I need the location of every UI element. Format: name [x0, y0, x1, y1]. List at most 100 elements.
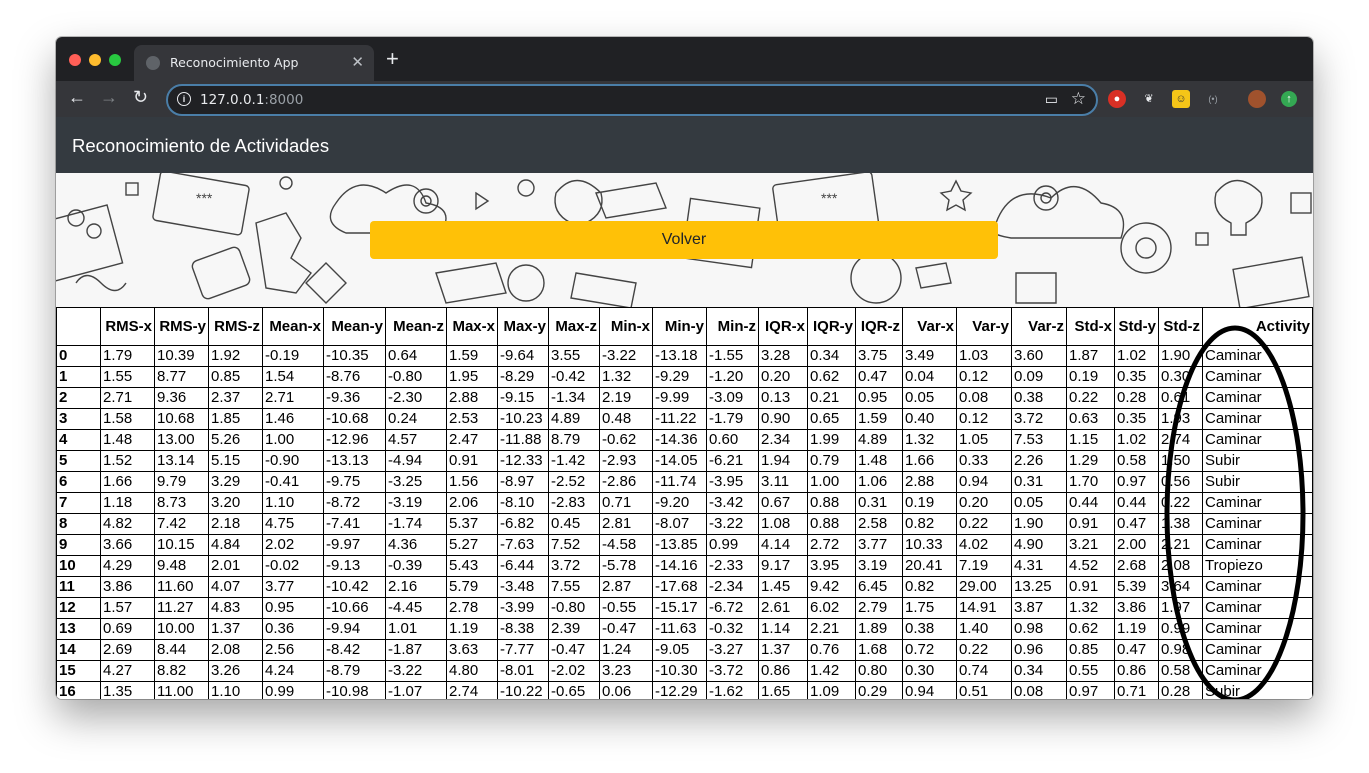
table-cell: 0.60: [706, 429, 759, 451]
column-header: RMS-z: [208, 307, 263, 346]
table-cell: 2.00: [1114, 534, 1159, 556]
table-cell: 1.87: [1066, 345, 1115, 367]
table-cell: 5.27: [446, 534, 498, 556]
table-cell: 0.98: [1158, 639, 1203, 661]
table-cell: -7.41: [323, 513, 386, 535]
table-cell: 0.08: [1011, 681, 1067, 699]
table-cell: 1.97: [1158, 597, 1203, 619]
back-icon[interactable]: ←: [68, 87, 86, 108]
table-cell: 0.35: [1114, 366, 1159, 388]
table-cell: -12.33: [497, 450, 549, 472]
table-cell: 0.31: [1011, 471, 1067, 493]
table-cell: 4.52: [1066, 555, 1115, 577]
table-cell: 2.26: [1011, 450, 1067, 472]
table-cell: -9.13: [323, 555, 386, 577]
table-cell: 9.79: [154, 471, 209, 493]
column-header: IQR-y: [807, 307, 856, 346]
table-row: 7 1.18 8.73 3.20 1.10 -8.72 -3.19 2.06 -8.10 -2.8…: [56, 492, 1313, 514]
table-cell: 0.71: [1114, 681, 1159, 699]
info-icon[interactable]: i: [177, 92, 191, 106]
table-cell: 1.15: [1066, 429, 1115, 451]
row-index: 15: [56, 660, 101, 682]
browser-tab[interactable]: Reconocimiento App ✕: [134, 45, 374, 81]
table-cell: 2.34: [758, 429, 808, 451]
table-cell: 0.86: [1114, 660, 1159, 682]
table-cell: 0.55: [1066, 660, 1115, 682]
table-cell: -11.88: [497, 429, 549, 451]
table-cell: -0.32: [706, 618, 759, 640]
table-cell: -8.38: [497, 618, 549, 640]
extension-icon[interactable]: ☺: [1172, 90, 1190, 108]
row-index: 7: [56, 492, 101, 514]
table-cell: 0.24: [385, 408, 447, 430]
table-cell: 7.53: [1011, 429, 1067, 451]
url-text[interactable]: 127.0.0.1:8000: [200, 92, 303, 108]
table-header-row: RMS-x RMS-y RMS-z Mean-x Mean-y Mean-z Max-x Ma…: [56, 307, 1313, 346]
table-cell: 1.37: [758, 639, 808, 661]
table-cell: -8.07: [652, 513, 707, 535]
table-cell: 4.57: [385, 429, 447, 451]
table-cell: 0.99: [706, 534, 759, 556]
table-cell: -10.42: [323, 576, 386, 598]
activity-cell: Caminar: [1202, 576, 1313, 598]
table-cell: 1.37: [208, 618, 263, 640]
table-cell: -9.20: [652, 492, 707, 514]
row-index: 2: [56, 387, 101, 409]
close-tab-icon[interactable]: ✕: [351, 53, 364, 71]
table-cell: 1.29: [1066, 450, 1115, 472]
window-close-button[interactable]: [69, 54, 81, 66]
volver-button[interactable]: Volver: [370, 221, 998, 259]
window-maximize-button[interactable]: [109, 54, 121, 66]
table-cell: 7.52: [548, 534, 600, 556]
extension-icon[interactable]: (•): [1204, 90, 1222, 108]
navbar-brand[interactable]: Reconocimiento de Actividades: [72, 135, 329, 157]
table-cell: 1.42: [807, 660, 856, 682]
table-cell: 2.79: [855, 597, 903, 619]
window-minimize-button[interactable]: [89, 54, 101, 66]
update-icon[interactable]: ↑: [1281, 91, 1297, 107]
star-icon[interactable]: ☆: [1071, 89, 1086, 109]
avatar[interactable]: [1248, 90, 1266, 108]
extension-icon[interactable]: ●: [1108, 90, 1126, 108]
table-cell: -0.90: [262, 450, 324, 472]
address-bar[interactable]: i 127.0.0.1:8000 ▭ ☆: [166, 84, 1098, 116]
table-cell: 2.74: [1158, 429, 1203, 451]
table-cell: 3.72: [1011, 408, 1067, 430]
table-cell: -12.96: [323, 429, 386, 451]
forward-icon[interactable]: →: [100, 87, 118, 108]
table-cell: 1.38: [1158, 513, 1203, 535]
table-cell: 8.77: [154, 366, 209, 388]
table-cell: -3.72: [706, 660, 759, 682]
table-cell: -10.30: [652, 660, 707, 682]
column-header: Max-x: [446, 307, 498, 346]
table-cell: 0.44: [1066, 492, 1115, 514]
table-cell: 0.20: [758, 366, 808, 388]
tab-strip: Reconocimiento App ✕ +: [56, 37, 1313, 81]
table-cell: -13.13: [323, 450, 386, 472]
table-cell: 1.45: [758, 576, 808, 598]
table-cell: 0.58: [1114, 450, 1159, 472]
reload-icon[interactable]: ↻: [133, 87, 148, 108]
cast-icon[interactable]: ▭: [1045, 91, 1058, 108]
table-cell: 0.30: [1158, 366, 1203, 388]
row-index: 13: [56, 618, 101, 640]
table-row: 13 0.69 10.00 1.37 0.36 -9.94 1.01 1.19 -8.38 2.3…: [56, 618, 1313, 640]
table-cell: 0.97: [1114, 471, 1159, 493]
table-cell: 4.83: [208, 597, 263, 619]
table-row: 0 1.79 10.39 1.92 -0.19 -10.35 0.64 1.59 -9.64 3.…: [56, 345, 1313, 367]
table-cell: 2.72: [807, 534, 856, 556]
table-cell: 7.19: [956, 555, 1012, 577]
table-cell: 0.90: [758, 408, 808, 430]
table-cell: 2.74: [446, 681, 498, 699]
table-row: 14 2.69 8.44 2.08 2.56 -8.42 -1.87 3.63 -7.77 -0.…: [56, 639, 1313, 661]
table-cell: 0.08: [956, 387, 1012, 409]
table-cell: 0.34: [807, 345, 856, 367]
data-table-container: RMS-x RMS-y RMS-z Mean-x Mean-y Mean-z Max-x Ma…: [56, 307, 1313, 699]
table-cell: 8.82: [154, 660, 209, 682]
table-cell: 7.42: [154, 513, 209, 535]
table-cell: -14.05: [652, 450, 707, 472]
extension-icon[interactable]: ❦: [1140, 90, 1158, 108]
table-cell: 3.95: [807, 555, 856, 577]
new-tab-icon[interactable]: +: [386, 48, 399, 70]
table-cell: 3.29: [208, 471, 263, 493]
